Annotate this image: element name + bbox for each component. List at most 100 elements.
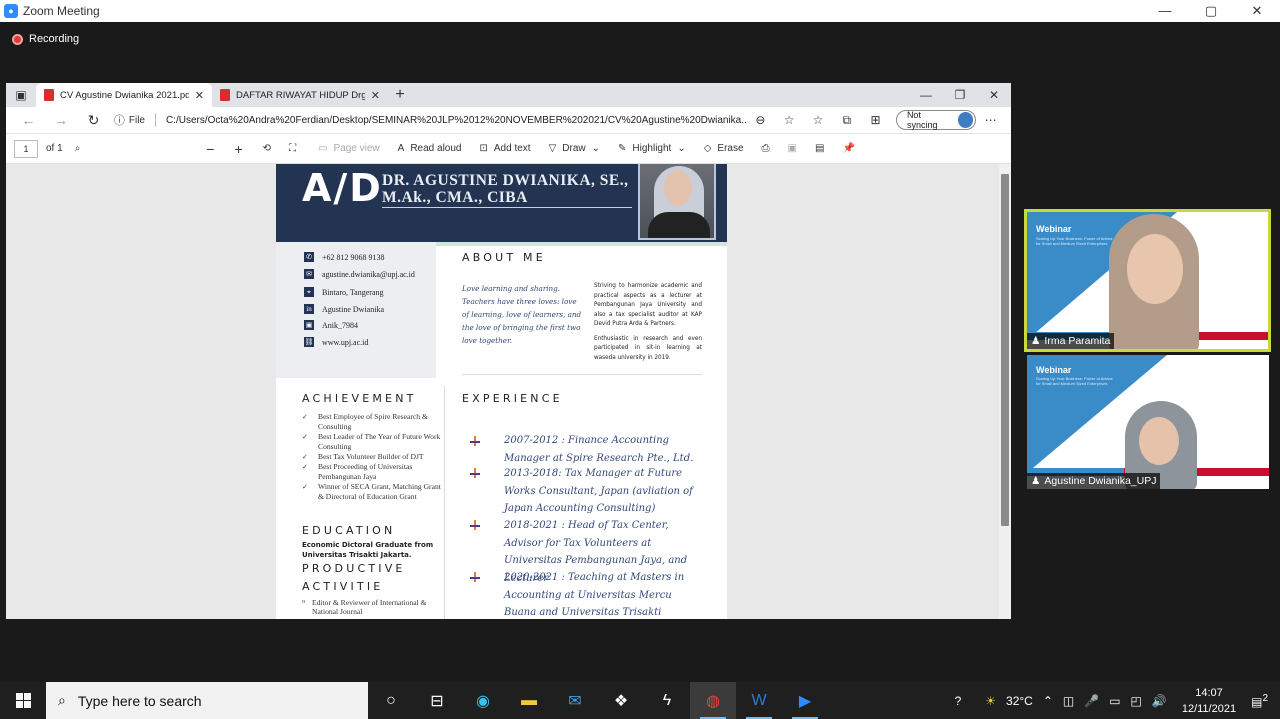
task-view-icon[interactable]: ○	[368, 682, 414, 719]
recording-indicator[interactable]: Recording	[12, 33, 79, 45]
email-icon: ✉	[304, 269, 314, 279]
refresh-icon[interactable]: ↻	[77, 112, 110, 129]
add-text-button[interactable]: ⊡ Add text	[479, 143, 530, 154]
chrome-icon[interactable]: ◍	[690, 682, 736, 719]
split-screen-icon[interactable]: ⊞	[861, 113, 890, 127]
tab-cv-pdf[interactable]: CV Agustine Dwianika 2021.pdf ✕	[36, 83, 212, 107]
chevron-up-icon[interactable]: ⌃	[1038, 694, 1058, 708]
webinar-label: Webinar	[1036, 224, 1072, 234]
scrollbar-thumb[interactable]	[1001, 174, 1009, 526]
chevron-down-icon[interactable]: ⌄	[592, 143, 600, 154]
contact-email: ✉ agustine.dwianika@upj.ac.id	[304, 269, 415, 279]
system-tray: ? ☀ 32°C ⌃ ◫ 🎤 ▭ ◰ 🔊 14:07 12/11/2021 ▤2	[950, 682, 1280, 719]
app-icon[interactable]: ϟ	[644, 682, 690, 719]
pin-icon[interactable]: 📌	[842, 143, 854, 154]
participant-video-irma[interactable]: Webinar Scaling Up Your Business: Power …	[1024, 209, 1271, 352]
file-label: File	[128, 114, 145, 126]
weather-icon[interactable]: ☀	[980, 694, 1001, 708]
productive-title-2: ACTIVITIE	[302, 580, 384, 593]
cv-name-line1: DR. AGUSTINE DWIANIKA, SE.,	[382, 172, 629, 189]
save-as-icon[interactable]: ▤	[815, 143, 824, 154]
tab-close-icon[interactable]: ✕	[371, 89, 380, 102]
link-icon: ⛓	[304, 337, 314, 347]
search-icon[interactable]: ⌕	[75, 143, 81, 154]
list-item: Best Proceeding of Universitas Pembangun…	[302, 462, 442, 482]
profile-sync-button[interactable]: Not syncing	[895, 110, 977, 130]
widgets-icon[interactable]: ⊟	[414, 682, 460, 719]
forward-icon[interactable]: →	[45, 112, 78, 128]
achievement-list: Best Employee of Spire Research & Consul…	[302, 412, 442, 502]
read-aloud-icon: A	[397, 143, 405, 154]
tab-actions-icon[interactable]: ▣	[6, 83, 36, 107]
page-view-icon: ▭	[318, 143, 328, 154]
fit-page-icon[interactable]: ⛶	[289, 143, 296, 154]
linkedin-icon: in	[304, 304, 314, 314]
read-aloud-button[interactable]: A Read aloud	[398, 143, 462, 154]
chevron-down-icon[interactable]: ⌄	[677, 143, 685, 154]
profile-avatar	[957, 112, 974, 128]
word-icon[interactable]: W	[736, 682, 782, 719]
info-icon[interactable]: ⓘ	[114, 112, 125, 128]
edge-icon[interactable]: ◉	[460, 682, 506, 719]
zoom-in-icon[interactable]: +	[234, 141, 242, 157]
tab-daftar-riwayat[interactable]: DAFTAR RIWAYAT HIDUP Drg. D... ✕	[212, 83, 388, 107]
meet-now-icon[interactable]: ◫	[1058, 694, 1079, 708]
notifications-icon[interactable]: ▤2	[1246, 693, 1280, 709]
rotate-icon[interactable]: ⟲	[263, 143, 271, 154]
page-number-input[interactable]: 1	[14, 139, 38, 158]
browser-close-button[interactable]: ✕	[977, 83, 1011, 107]
tab-label: CV Agustine Dwianika 2021.pdf	[60, 89, 189, 101]
highlight-button[interactable]: ✎ Highlight ⌄	[618, 143, 686, 154]
network-icon[interactable]: ◰	[1126, 694, 1147, 708]
taskbar-clock[interactable]: 14:07 12/11/2021	[1172, 685, 1246, 717]
list-item: Winner of SECA Grant, Matching Grant & D…	[302, 482, 442, 502]
save-icon[interactable]: ▣	[788, 143, 797, 154]
contact-location: ⌖ Bintaro, Tangerang	[304, 287, 384, 297]
page-total: of 1	[46, 143, 63, 154]
mail-icon[interactable]: ✉	[552, 682, 598, 719]
windows-logo-icon	[15, 693, 31, 708]
contact-website: ⛓ www.upj.ac.id	[304, 337, 369, 347]
tab-bar: ▣ CV Agustine Dwianika 2021.pdf ✕ DAFTAR…	[6, 83, 1011, 107]
page-view-button[interactable]: ▭ Page view	[318, 143, 380, 154]
microphone-icon[interactable]: 🎤	[1079, 694, 1104, 708]
new-tab-button[interactable]: +	[388, 83, 412, 107]
participant-video-agustine[interactable]: Webinar Scaling Up Your Business: Power …	[1027, 355, 1269, 489]
dropbox-icon[interactable]: ❖	[598, 682, 644, 719]
draw-button[interactable]: ▽ Draw ⌄	[549, 143, 600, 154]
help-icon[interactable]: ?	[950, 694, 967, 708]
zoom-icon[interactable]: ⊖	[746, 113, 775, 127]
battery-icon[interactable]: ▭	[1104, 694, 1125, 708]
maximize-button[interactable]: ▢	[1188, 0, 1234, 22]
shared-screen-browser: ▣ CV Agustine Dwianika 2021.pdf ✕ DAFTAR…	[6, 83, 1011, 619]
bullet-icon	[470, 468, 480, 478]
bullet-icon	[470, 572, 480, 582]
taskbar-search[interactable]: ⌕ Type here to search	[46, 682, 368, 719]
minimize-button[interactable]: —	[1142, 0, 1188, 22]
favorite-add-icon[interactable]: ☆	[775, 113, 804, 127]
back-icon[interactable]: ←	[12, 112, 45, 128]
bullet-icon	[470, 520, 480, 530]
contact-instagram: ▣ Anik_7984	[304, 320, 358, 330]
scrollbar[interactable]	[999, 164, 1011, 619]
temperature[interactable]: 32°C	[1001, 694, 1038, 708]
tab-close-icon[interactable]: ✕	[195, 89, 204, 102]
volume-icon[interactable]: 🔊	[1147, 694, 1172, 708]
favorites-icon[interactable]: ☆	[804, 113, 833, 127]
more-menu-icon[interactable]: ⋯	[976, 113, 1005, 127]
file-explorer-icon[interactable]: ▬	[506, 682, 552, 719]
browser-restore-button[interactable]: ❐	[943, 83, 977, 107]
accent-strip	[436, 242, 727, 246]
collections-icon[interactable]: ⧉	[832, 113, 861, 128]
url-field[interactable]: C:/Users/Octa%20Andra%20Ferdian/Desktop/…	[166, 115, 746, 126]
phone-icon: ✆	[304, 252, 314, 262]
browser-minimize-button[interactable]: —	[909, 83, 943, 107]
search-icon: ⌕	[58, 692, 66, 708]
print-icon[interactable]: ⎙	[762, 143, 770, 154]
zoom-taskbar-icon[interactable]: ▶	[782, 682, 828, 719]
start-button[interactable]	[0, 682, 46, 719]
zoom-out-icon[interactable]: −	[206, 141, 214, 157]
webinar-subtitle: Scaling Up Your Business: Power of Advic…	[1036, 376, 1113, 386]
close-button[interactable]: ✕	[1234, 0, 1280, 22]
erase-button[interactable]: ◇ Erase	[704, 143, 744, 154]
